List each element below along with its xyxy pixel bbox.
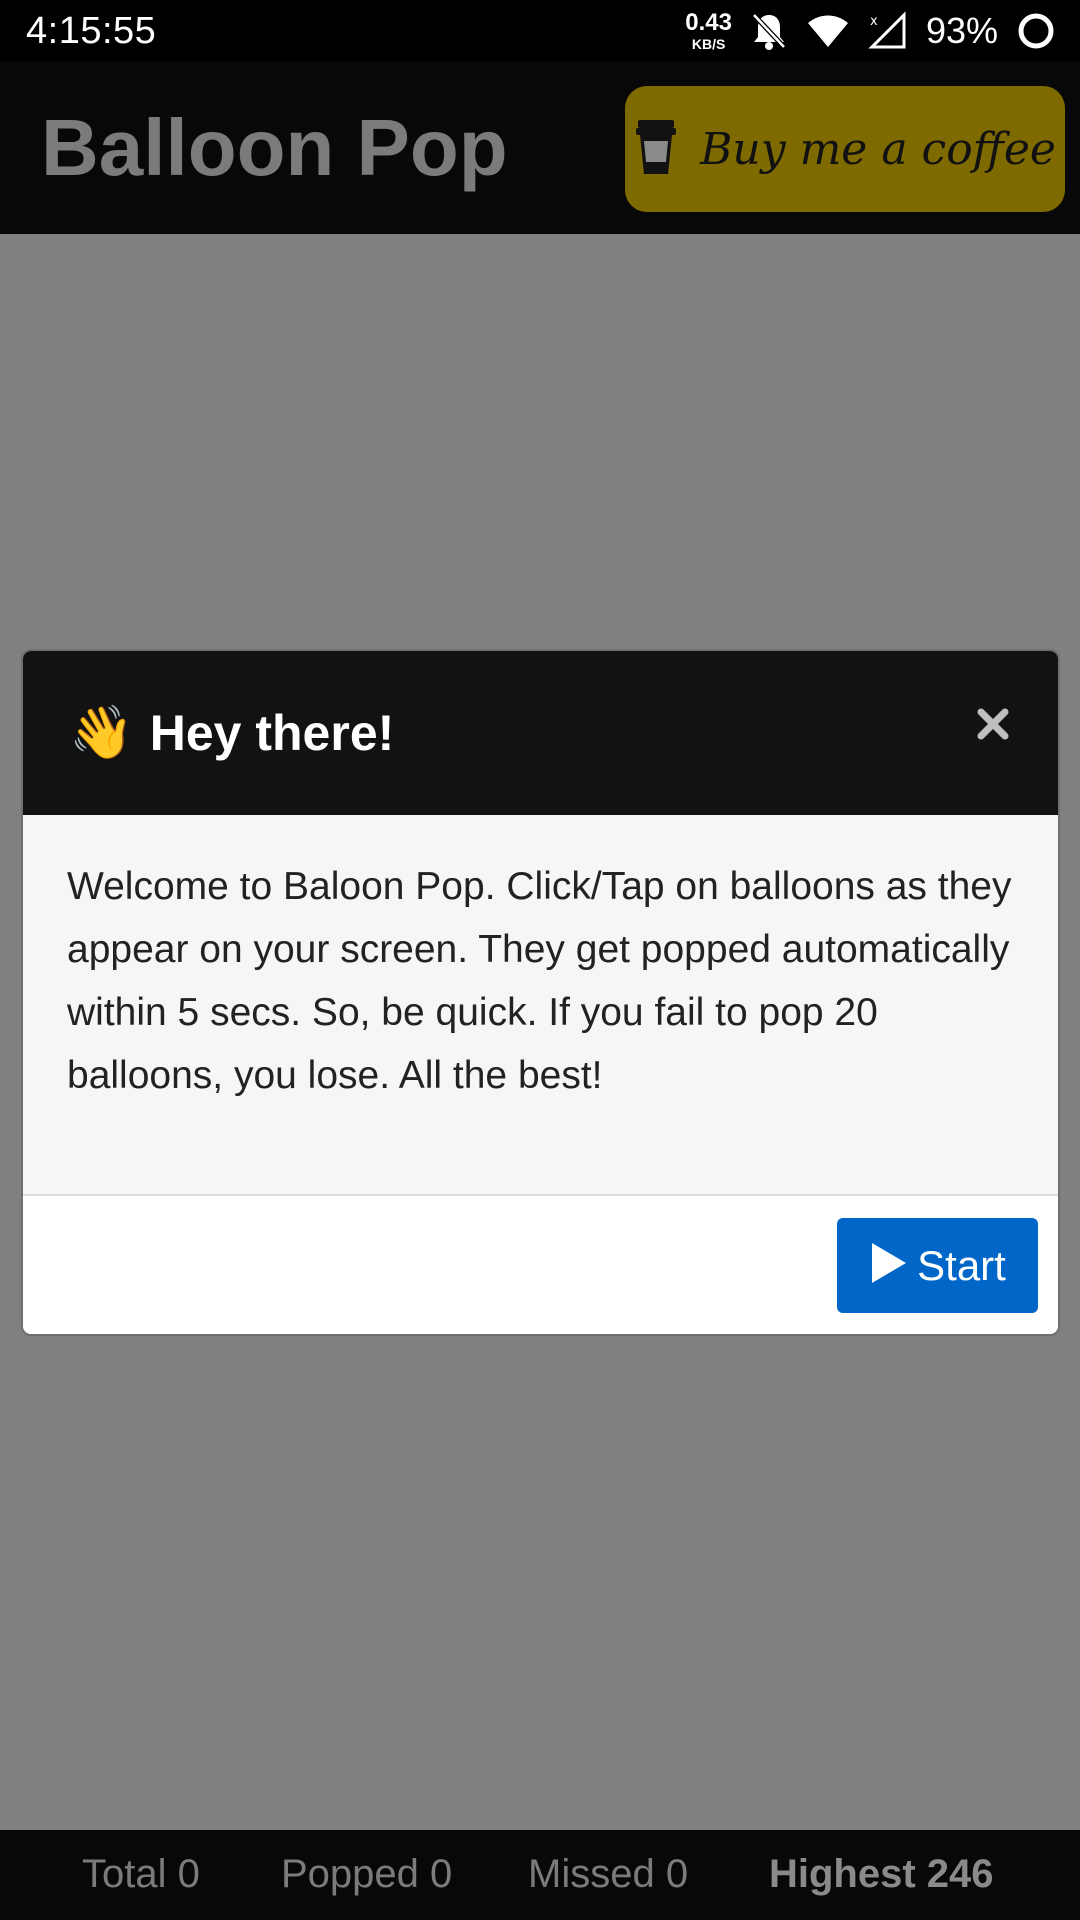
stats-bar: Total 0 Popped 0 Missed 0 Highest 246 <box>0 1830 1080 1920</box>
close-icon <box>976 707 1010 746</box>
wifi-icon <box>806 13 850 49</box>
net-speed-unit: KB/S <box>691 36 726 52</box>
waving-hand-icon: 👋 <box>69 704 134 762</box>
svg-text:x: x <box>870 14 878 29</box>
status-time: 4:15:55 <box>26 9 157 52</box>
close-button[interactable] <box>968 701 1018 751</box>
coffee-cup-icon <box>634 116 678 183</box>
buy-coffee-label: Buy me a coffee <box>700 123 1056 175</box>
start-label: Start <box>917 1241 1006 1289</box>
modal-header: 👋 Hey there! <box>23 651 1058 815</box>
net-speed-value: 0.43 <box>685 9 732 36</box>
status-bar: 4:15:55 0.43 KB/S x 93% <box>0 0 1080 62</box>
welcome-modal: 👋 Hey there! Welcome to Baloon Pop. Clic… <box>21 649 1060 1336</box>
stat-missed: Missed 0 <box>528 1852 689 1896</box>
stat-popped: Popped 0 <box>281 1852 453 1896</box>
cell-signal-icon: x <box>868 11 908 51</box>
start-button[interactable]: Start <box>837 1218 1038 1313</box>
stat-total: Total 0 <box>82 1852 200 1896</box>
stat-highest: Highest 246 <box>769 1852 994 1896</box>
status-icons: 0.43 KB/S x 93% <box>685 10 1056 52</box>
app-title: Balloon Pop <box>41 103 508 192</box>
net-speed: 0.43 KB/S <box>685 9 732 52</box>
modal-message: Welcome to Baloon Pop. Click/Tap on ball… <box>67 865 1012 1097</box>
battery-percent: 93% <box>925 10 998 51</box>
battery-ring-icon <box>1016 11 1056 51</box>
buy-coffee-button[interactable]: Buy me a coffee <box>625 86 1065 212</box>
play-icon <box>869 1241 909 1290</box>
app-header: Balloon Pop Buy me a coffee <box>0 62 1080 234</box>
app-screen: 4:15:55 0.43 KB/S x 93% Balloon Pop Buy … <box>0 0 1080 1920</box>
modal-footer: Start <box>23 1198 1058 1334</box>
modal-title: Hey there! <box>149 705 395 761</box>
bell-off-icon <box>750 11 788 51</box>
modal-body: Welcome to Baloon Pop. Click/Tap on ball… <box>23 815 1058 1196</box>
